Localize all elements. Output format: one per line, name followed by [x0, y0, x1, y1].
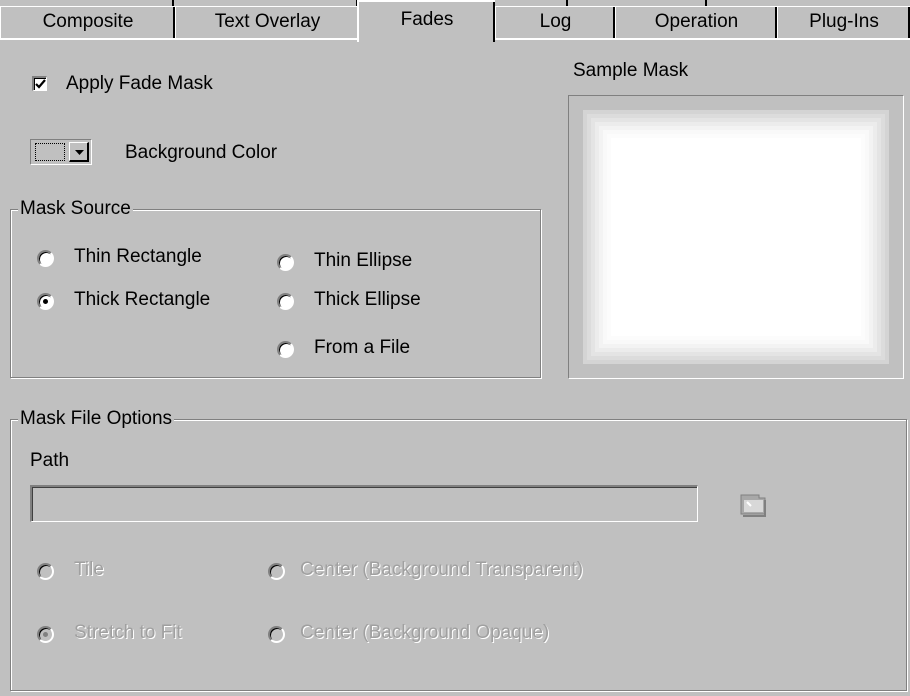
browse-button[interactable] — [739, 492, 769, 520]
center-transparent-radio[interactable] — [268, 563, 285, 580]
sample-mask-label: Sample Mask — [573, 60, 689, 81]
thick-rectangle-label[interactable]: Thick Rectangle — [74, 289, 210, 311]
tab-plug-ins[interactable]: Plug-Ins — [777, 6, 910, 39]
thick-rectangle-radio[interactable] — [37, 293, 54, 310]
radio-selected-dot — [43, 632, 48, 637]
center-opaque-radio[interactable] — [268, 626, 285, 643]
tab-edge — [493, 2, 495, 42]
from-a-file-radio[interactable] — [277, 341, 294, 358]
radio-selected-dot — [43, 299, 48, 304]
tab-log[interactable]: Log — [495, 6, 615, 39]
color-swatch — [35, 143, 65, 161]
center-transparent-label[interactable]: Center (Background Transparent) — [300, 559, 583, 581]
thin-rectangle-radio[interactable] — [37, 250, 54, 267]
tab-text-overlay[interactable]: Text Overlay — [175, 6, 359, 39]
thin-ellipse-label[interactable]: Thin Ellipse — [314, 250, 412, 272]
mask-file-options-group — [10, 419, 907, 691]
sample-mask-frame — [568, 95, 904, 379]
stretch-to-fit-radio[interactable] — [37, 626, 54, 643]
tab-fades[interactable]: Fades — [357, 0, 495, 42]
tab-label: Composite — [42, 11, 134, 32]
path-input[interactable] — [30, 485, 698, 522]
tab-label: Plug-Ins — [809, 11, 879, 32]
tab-label: Text Overlay — [214, 11, 321, 32]
stretch-to-fit-label[interactable]: Stretch to Fit — [74, 622, 182, 644]
checkmark-icon — [35, 79, 46, 89]
mask-file-options-title: Mask File Options — [18, 408, 175, 430]
center-opaque-label[interactable]: Center (Background Opaque) — [300, 622, 549, 644]
tab-label: Log — [539, 11, 572, 32]
tab-label: Fades — [400, 9, 454, 30]
color-dropdown-button[interactable] — [69, 142, 89, 162]
thick-ellipse-radio[interactable] — [277, 293, 294, 310]
background-color-picker[interactable] — [30, 139, 92, 165]
tab-label: Operation — [654, 11, 739, 32]
sample-mask-preview — [583, 110, 889, 364]
path-label: Path — [30, 450, 70, 471]
tile-radio[interactable] — [37, 563, 54, 580]
background-color-label: Background Color — [125, 142, 278, 163]
tab-operation[interactable]: Operation — [615, 6, 777, 39]
mask-source-title: Mask Source — [18, 198, 133, 220]
apply-fade-mask-checkbox[interactable] — [32, 76, 47, 91]
from-a-file-label[interactable]: From a File — [314, 337, 410, 359]
tile-label[interactable]: Tile — [74, 559, 104, 581]
thick-ellipse-label[interactable]: Thick Ellipse — [314, 289, 421, 311]
folder-icon — [740, 494, 766, 517]
chevron-down-icon — [75, 150, 84, 155]
tab-composite[interactable]: Composite — [0, 6, 175, 39]
thin-ellipse-radio[interactable] — [277, 254, 294, 271]
thin-rectangle-label[interactable]: Thin Rectangle — [74, 246, 202, 268]
apply-fade-mask-label[interactable]: Apply Fade Mask — [66, 73, 213, 95]
